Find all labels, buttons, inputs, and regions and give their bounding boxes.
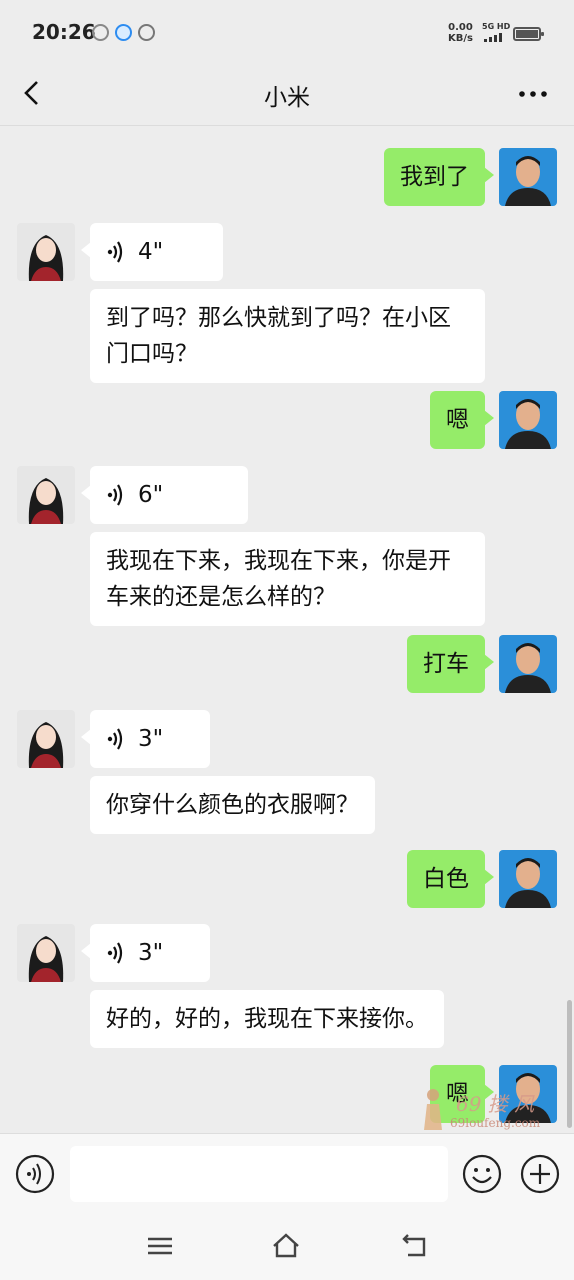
home-nav-icon[interactable] bbox=[271, 1231, 301, 1261]
chat-title: 小米 bbox=[264, 85, 310, 111]
message-bubble-contact[interactable]: 我现在下来，我现在下来，你是开车来的还是怎么样的？ bbox=[90, 532, 485, 626]
message-input[interactable] bbox=[70, 1146, 448, 1202]
contact-avatar[interactable] bbox=[17, 710, 75, 768]
voice-message[interactable]: 3" bbox=[81, 710, 210, 768]
voice-duration: 3" bbox=[138, 726, 164, 752]
voice-message[interactable]: 6" bbox=[81, 466, 248, 524]
message-bubble-contact[interactable]: 好的，好的，我现在下来接你。 bbox=[90, 990, 444, 1048]
watermark-figure-icon bbox=[424, 1089, 442, 1130]
signal-label: 5G HD bbox=[482, 22, 511, 31]
wechat-notification-icon bbox=[138, 24, 155, 41]
message-bubble-mine[interactable]: 白色 bbox=[407, 850, 494, 908]
contact-avatar[interactable] bbox=[17, 924, 75, 982]
voice-wave-icon bbox=[107, 484, 123, 506]
emoji-icon[interactable] bbox=[462, 1154, 502, 1194]
voice-duration: 6" bbox=[138, 482, 164, 508]
message-bubble-mine[interactable]: 嗯 bbox=[430, 391, 494, 449]
notification-icons bbox=[92, 24, 155, 41]
message-list[interactable]: 我到了 4" 到了吗？那么快就到了吗？在小区门口吗？ 嗯 6" 我现在下来，我现… bbox=[0, 127, 574, 1133]
signal-icon bbox=[484, 33, 502, 42]
my-avatar[interactable] bbox=[499, 850, 557, 908]
contact-avatar[interactable] bbox=[17, 223, 75, 281]
back-nav-icon[interactable] bbox=[400, 1231, 430, 1261]
message-bubble-mine[interactable]: 我到了 bbox=[384, 148, 494, 206]
my-avatar[interactable] bbox=[499, 148, 557, 206]
status-bar: 20:26 0.00 KB/s 5G HD bbox=[0, 0, 574, 64]
status-time: 20:26 bbox=[32, 20, 96, 44]
voice-input-icon[interactable] bbox=[15, 1154, 55, 1194]
voice-message[interactable]: 4" bbox=[81, 223, 223, 281]
contact-avatar[interactable] bbox=[17, 466, 75, 524]
battery-icon bbox=[513, 27, 544, 41]
message-bubble-contact[interactable]: 到了吗？那么快就到了吗？在小区门口吗？ bbox=[90, 289, 485, 383]
menu-nav-icon[interactable] bbox=[145, 1231, 175, 1261]
voice-wave-icon bbox=[107, 241, 123, 263]
voice-wave-icon bbox=[107, 942, 123, 964]
message-bubble-contact[interactable]: 你穿什么颜色的衣服啊？ bbox=[90, 776, 375, 834]
voice-message[interactable]: 3" bbox=[81, 924, 210, 982]
scrollbar[interactable] bbox=[567, 1000, 572, 1128]
watermark-text: 69 搂 风 bbox=[456, 1092, 535, 1116]
input-bar bbox=[0, 1133, 574, 1213]
network-speed: 0.00 KB/s bbox=[448, 22, 473, 44]
message-bubble-mine[interactable]: 打车 bbox=[407, 635, 494, 693]
voice-duration: 4" bbox=[138, 239, 164, 265]
app-notification-icon bbox=[92, 24, 109, 41]
my-avatar[interactable] bbox=[499, 391, 557, 449]
watermark: 69 搂 风 69loufeng.com bbox=[418, 1086, 546, 1134]
voice-duration: 3" bbox=[138, 940, 164, 966]
more-icon[interactable] bbox=[518, 84, 548, 104]
chat-header: 小米 bbox=[0, 64, 574, 126]
voice-wave-icon bbox=[107, 728, 123, 750]
app-notification-icon bbox=[115, 24, 132, 41]
my-avatar[interactable] bbox=[499, 635, 557, 693]
plus-icon[interactable] bbox=[520, 1154, 560, 1194]
system-navigation-bar bbox=[0, 1213, 574, 1280]
watermark-url: 69loufeng.com bbox=[450, 1116, 541, 1130]
